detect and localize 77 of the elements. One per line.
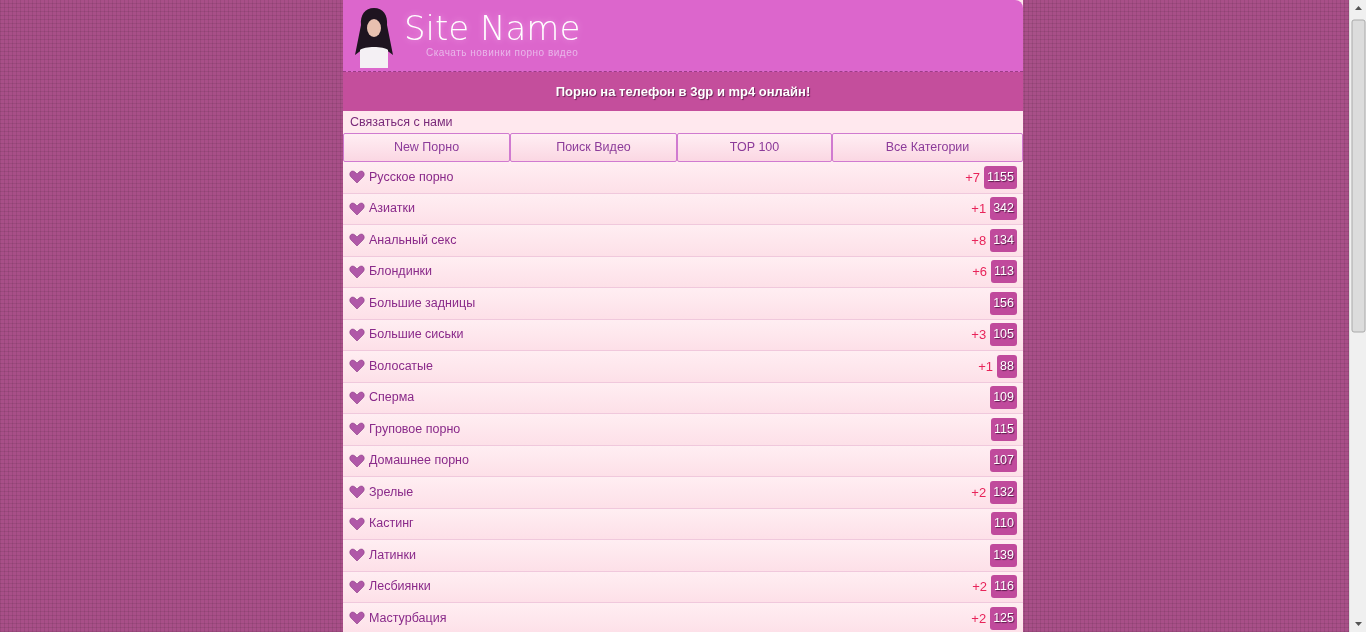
video-count: 107 [990,449,1017,473]
new-count: +2 [971,609,987,628]
category-row[interactable]: Большие сиськи +3 105 [343,319,1023,351]
category-row[interactable]: Груповое порно 115 [343,414,1023,446]
new-count: +7 [965,168,981,187]
category-row[interactable]: Волосатые +1 88 [343,351,1023,383]
category-link[interactable]: Латинки [369,545,416,565]
scrollbar[interactable] [1349,0,1366,632]
new-count: +2 [971,483,987,502]
video-count: 342 [990,197,1017,221]
category-link[interactable]: Груповое порно [369,419,461,439]
category-link[interactable]: Блондинки [369,262,432,282]
heart-icon [349,201,365,216]
video-count: 132 [990,480,1017,504]
category-link[interactable]: Домашнее порно [369,451,469,471]
video-count: 116 [991,575,1017,599]
new-count: +3 [971,326,987,344]
video-count: 134 [990,228,1017,252]
category-row[interactable]: Мастурбация +2 125 [343,603,1023,632]
nav-button[interactable]: TOP 100 [677,133,832,162]
video-count: 139 [990,543,1017,567]
new-count: +2 [972,578,988,596]
heart-icon [349,422,365,437]
heart-icon [349,170,365,185]
video-count: 113 [991,260,1017,284]
nav-button[interactable]: New Порно [343,133,510,162]
category-row[interactable]: Азиатки +1 342 [343,193,1023,225]
heart-icon [349,453,365,468]
category-link[interactable]: Большие сиськи [369,325,464,345]
heart-icon [349,485,365,500]
heart-icon [349,548,365,563]
category-link[interactable]: Лесбиянки [369,577,431,597]
heart-icon [349,611,365,626]
category-row[interactable]: Латинки 139 [343,540,1023,572]
heart-icon [349,264,365,279]
category-row[interactable]: Анальный секс +8 134 [343,225,1023,257]
video-count: 88 [997,354,1017,378]
category-link[interactable]: Зрелые [369,482,414,502]
video-count: 109 [990,386,1017,410]
heart-icon [349,327,365,342]
heart-icon [349,516,365,531]
tagline: Скачать новинки порно видео [426,46,580,60]
category-row[interactable]: Домашнее порно 107 [343,445,1023,477]
category-link[interactable]: Анальный секс [369,230,457,250]
new-count: +1 [978,357,994,376]
video-count: 1155 [984,165,1017,189]
heart-icon [349,296,365,311]
category-link[interactable]: Волосатые [369,356,433,376]
video-count: 125 [990,606,1017,630]
category-link[interactable]: Сперма [369,388,415,408]
category-link[interactable]: Русское порно [369,167,454,187]
heart-icon [349,233,365,248]
video-count: 115 [991,417,1017,441]
nav-button[interactable]: Поиск Видео [510,133,677,162]
category-row[interactable]: Лесбиянки +2 116 [343,571,1023,603]
category-row[interactable]: Русское порно +7 1155 [343,162,1023,194]
video-count: 156 [990,291,1017,315]
nav-button[interactable]: Все Категории [832,133,1023,162]
category-link[interactable]: Кастинг [369,514,414,534]
category-link[interactable]: Азиатки [369,199,415,219]
new-count: +8 [971,231,987,250]
new-count: +6 [972,263,988,281]
category-row[interactable]: Зрелые +2 132 [343,477,1023,509]
new-count: +1 [971,200,987,218]
category-row[interactable]: Блондинки +6 113 [343,256,1023,288]
heart-icon [349,579,365,594]
heart-icon [349,359,365,374]
category-link[interactable]: Большие задницы [369,293,476,313]
category-link[interactable]: Мастурбация [369,608,447,628]
heart-icon [349,390,365,405]
category-row[interactable]: Большие задницы 156 [343,288,1023,320]
site-banner: Порно на телефон в 3gp и mp4 онлайн! [343,72,1023,111]
video-count: 105 [990,323,1017,347]
contact-link[interactable]: Связаться с нами [343,110,460,134]
video-count: 110 [991,512,1017,536]
category-row[interactable]: Сперма 109 [343,382,1023,414]
category-row[interactable]: Кастинг 110 [343,508,1023,540]
